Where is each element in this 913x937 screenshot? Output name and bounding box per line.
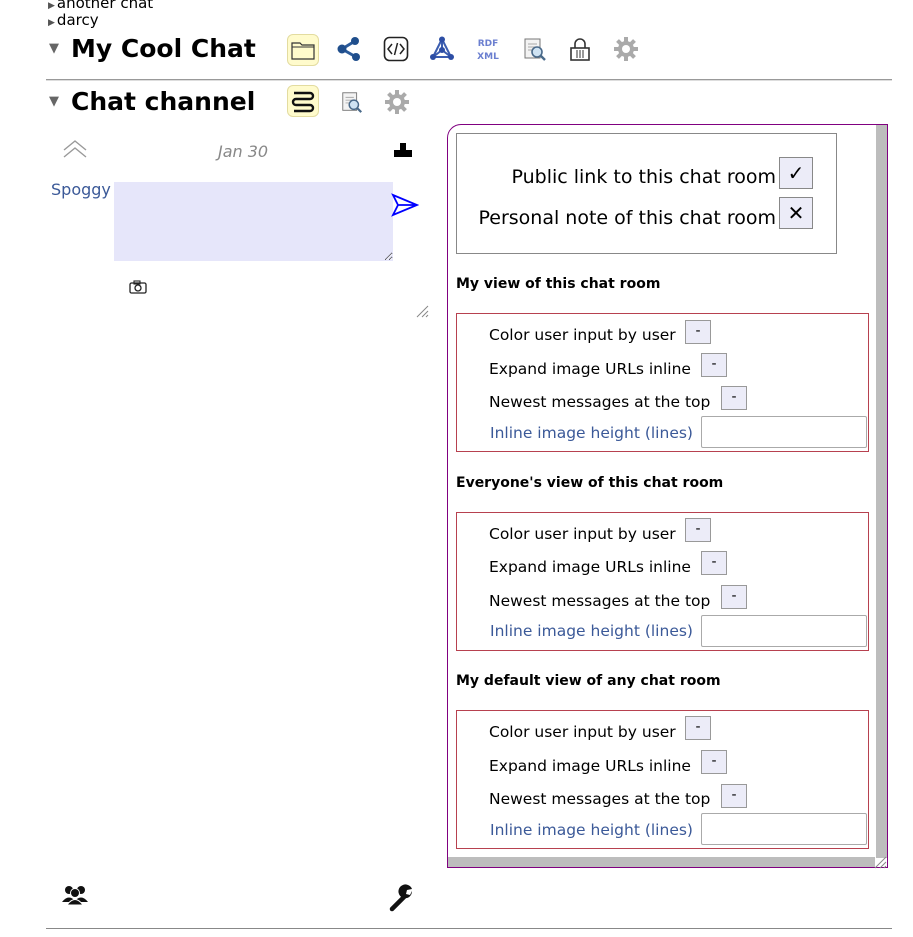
horizontal-scrollbar[interactable] xyxy=(448,857,875,867)
svg-text:XML: XML xyxy=(477,52,499,62)
color-user-input-label: Color user input by user xyxy=(489,525,676,543)
scroll-to-end-icon[interactable] xyxy=(392,141,414,163)
code-icon[interactable] xyxy=(381,34,411,64)
expand-image-urls-toggle[interactable]: - xyxy=(701,551,727,575)
newest-at-top-toggle[interactable]: - xyxy=(721,784,747,808)
camera-icon[interactable] xyxy=(129,279,147,299)
inline-image-height-label: Inline image height (lines) xyxy=(490,622,693,640)
date-label: Jan 30 xyxy=(218,142,269,161)
color-user-input-toggle[interactable]: - xyxy=(685,320,711,344)
divider xyxy=(46,928,892,929)
share-network-icon[interactable] xyxy=(334,34,364,64)
newest-at-top-label: Newest messages at the top xyxy=(489,592,711,610)
people-icon[interactable] xyxy=(61,884,89,910)
gear-icon[interactable] xyxy=(382,87,412,117)
expand-image-urls-label: Expand image URLs inline xyxy=(489,558,691,576)
tree-item-label: darcy xyxy=(56,11,99,29)
personal-note-label: Personal note of this chat room xyxy=(478,207,777,229)
search-document-icon[interactable] xyxy=(337,87,367,117)
expand-image-urls-toggle[interactable]: - xyxy=(701,353,727,377)
expand-triangle-icon[interactable]: ▶ xyxy=(48,1,55,11)
section-title: My default view of any chat room xyxy=(456,673,721,689)
newest-at-top-label: Newest messages at the top xyxy=(489,790,711,808)
message-input[interactable] xyxy=(114,182,393,261)
resize-handle-icon[interactable] xyxy=(415,303,429,322)
author-name[interactable]: Spoggy xyxy=(51,180,111,199)
divider xyxy=(46,79,892,81)
expand-image-urls-toggle[interactable]: - xyxy=(701,750,727,774)
inline-image-height-input[interactable] xyxy=(701,615,867,647)
expand-image-urls-label: Expand image URLs inline xyxy=(489,757,691,775)
expand-image-urls-label: Expand image URLs inline xyxy=(489,360,691,378)
newest-at-top-toggle[interactable]: - xyxy=(721,386,747,410)
color-user-input-toggle[interactable]: - xyxy=(685,716,711,740)
color-user-input-toggle[interactable]: - xyxy=(685,518,711,542)
send-icon[interactable] xyxy=(391,192,420,222)
graph-icon[interactable] xyxy=(427,34,457,64)
vertical-scrollbar[interactable] xyxy=(876,125,887,858)
svg-text:RDF: RDF xyxy=(478,39,499,49)
search-document-icon[interactable] xyxy=(520,34,550,64)
newest-at-top-toggle[interactable]: - xyxy=(721,585,747,609)
section-title: Everyone's view of this chat room xyxy=(456,475,724,491)
expand-triangle-icon[interactable]: ▶ xyxy=(48,18,55,28)
inline-image-height-input[interactable] xyxy=(701,416,867,448)
personal-note-toggle[interactable]: ✕ xyxy=(779,197,813,229)
color-user-input-label: Color user input by user xyxy=(489,723,676,741)
scroll-up-icon[interactable] xyxy=(62,138,88,166)
newest-at-top-label: Newest messages at the top xyxy=(489,393,711,411)
public-link-label: Public link to this chat room xyxy=(511,166,776,188)
tree-item-darcy[interactable]: ▶ darcy xyxy=(48,11,99,29)
wrench-icon[interactable] xyxy=(389,882,419,916)
chat-list-icon[interactable] xyxy=(287,85,319,117)
channel-title: Chat channel xyxy=(71,87,256,116)
resize-handle-icon[interactable] xyxy=(873,854,887,873)
inline-image-height-label: Inline image height (lines) xyxy=(490,821,693,839)
rdf-xml-icon[interactable]: RDF XML xyxy=(473,34,503,64)
inline-image-height-label: Inline image height (lines) xyxy=(490,424,693,442)
color-user-input-label: Color user input by user xyxy=(489,326,676,344)
page-title: My Cool Chat xyxy=(71,34,256,63)
gear-icon[interactable] xyxy=(611,34,641,64)
collapse-triangle-icon[interactable]: ▼ xyxy=(49,41,59,56)
public-box xyxy=(456,133,837,254)
lock-icon[interactable] xyxy=(565,34,595,64)
section-title: My view of this chat room xyxy=(456,276,661,292)
inline-image-height-input[interactable] xyxy=(701,813,867,845)
folder-icon[interactable] xyxy=(287,34,319,66)
collapse-triangle-icon[interactable]: ▼ xyxy=(49,94,59,109)
public-link-toggle[interactable]: ✓ xyxy=(779,157,813,189)
